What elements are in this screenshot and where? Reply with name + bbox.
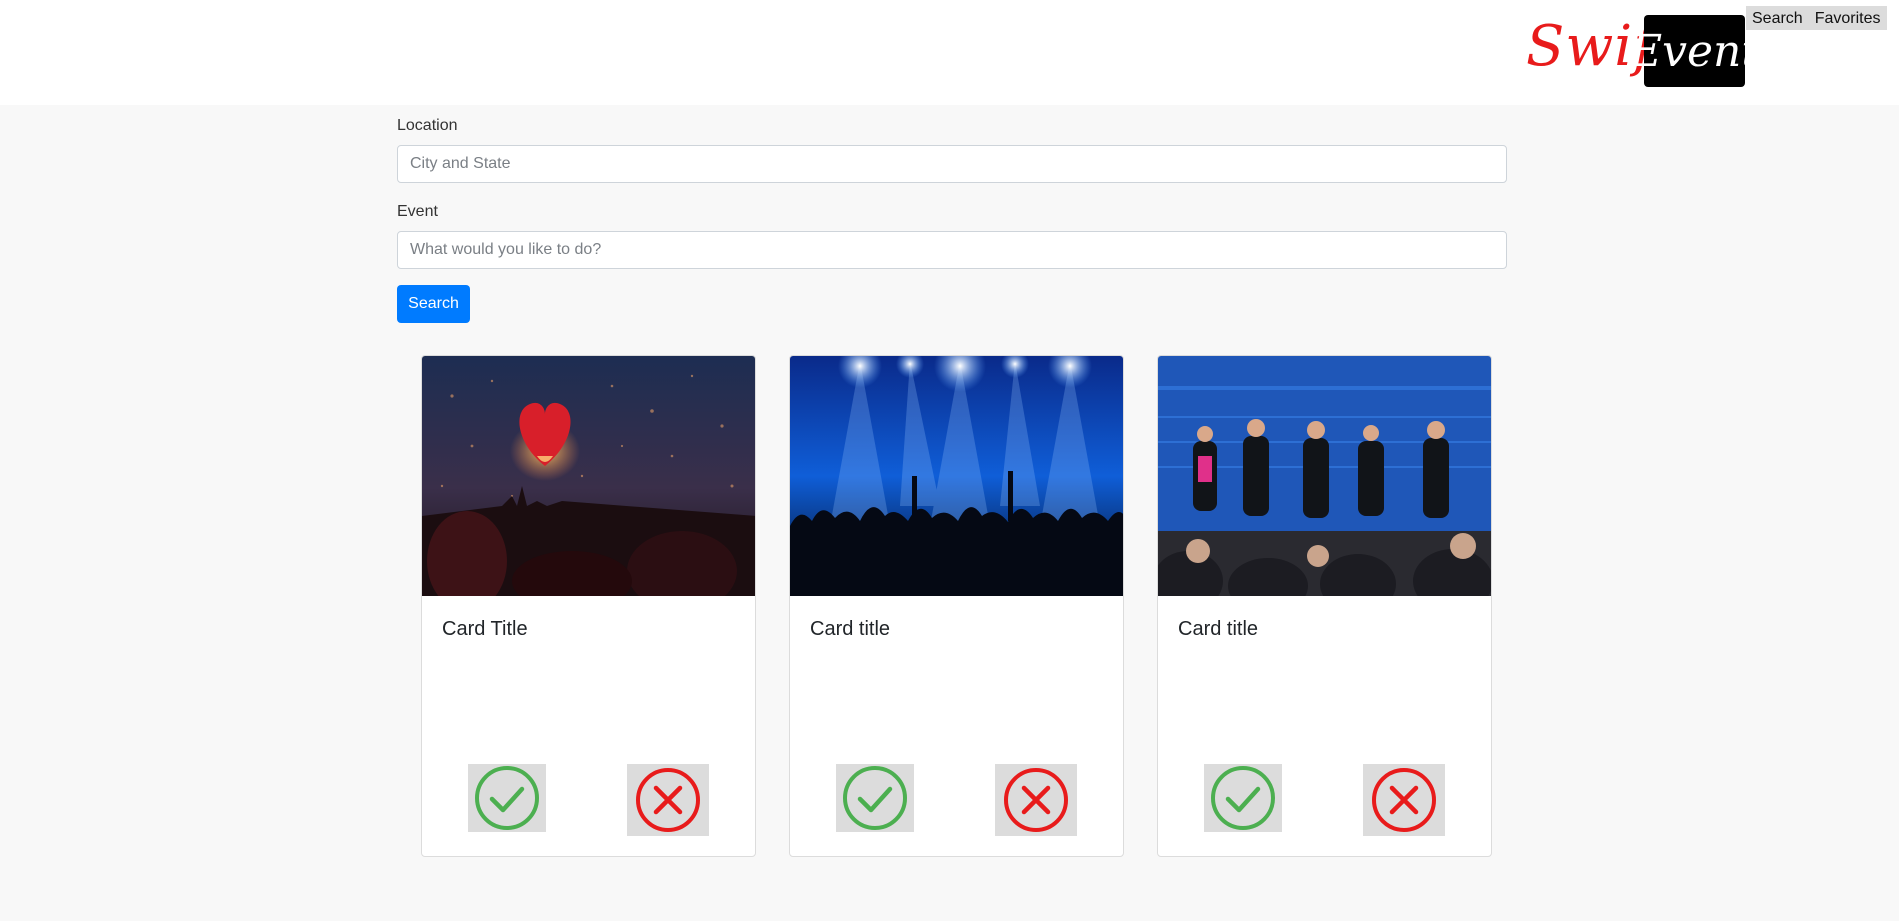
panel-discussion-photo [1158, 356, 1491, 596]
check-circle-icon [843, 766, 907, 830]
reject-button[interactable] [627, 764, 709, 836]
check-circle-icon [475, 766, 539, 830]
x-circle-icon [1004, 768, 1068, 832]
location-label: Location [397, 117, 458, 134]
reject-button[interactable] [1363, 764, 1445, 836]
nav-search-link[interactable]: Search [1746, 6, 1809, 30]
accept-button[interactable] [836, 764, 914, 832]
event-card: Card title [789, 355, 1124, 857]
top-nav: Search Favorites [1746, 6, 1887, 30]
lanterns-photo [422, 356, 755, 596]
accept-button[interactable] [468, 764, 546, 832]
event-card: Card title [1157, 355, 1492, 857]
search-button[interactable]: Search [397, 285, 470, 323]
event-label: Event [397, 203, 438, 220]
event-card: Card Title [421, 355, 756, 857]
logo-event-text: Event [1629, 25, 1760, 77]
search-form: Location Event Search [397, 105, 1507, 323]
check-circle-icon [1211, 766, 1275, 830]
card-title: Card title [810, 618, 891, 640]
accept-button[interactable] [1204, 764, 1282, 832]
x-circle-icon [1372, 768, 1436, 832]
reject-button[interactable] [995, 764, 1077, 836]
event-input[interactable] [397, 231, 1507, 269]
header: Swift Event Search Favorites [0, 0, 1899, 105]
card-list: Card Title Card title Card title [421, 355, 1492, 857]
x-circle-icon [636, 768, 700, 832]
card-title: Card Title [442, 618, 528, 640]
card-title: Card title [1178, 618, 1259, 640]
logo-event-box: Event [1630, 15, 1759, 87]
nav-favorites-link[interactable]: Favorites [1809, 6, 1887, 30]
location-input[interactable] [397, 145, 1507, 183]
concert-photo [790, 356, 1123, 596]
